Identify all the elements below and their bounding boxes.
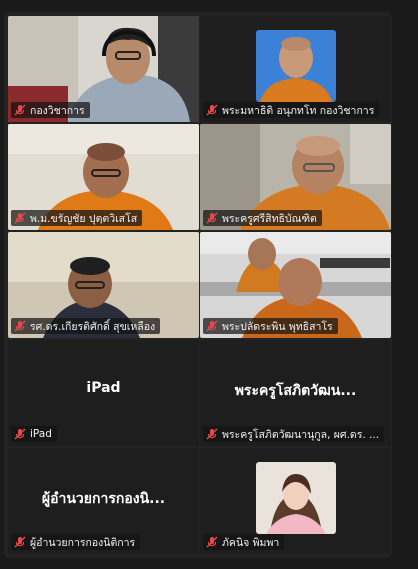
participant-name: รศ.ดร.เกียรติศักดิ์ สุขเหลือง xyxy=(30,320,156,333)
participant-display-name: พระครูโสภิตวัฒน... xyxy=(234,383,357,399)
participant-name: ผู้อำนวยการกองนิติการ xyxy=(30,536,136,549)
mic-muted-icon xyxy=(206,536,218,548)
participant-tile[interactable]: กองวิชาการ xyxy=(8,16,199,122)
participant-name: พ.ม.ขรัญชัย ปุตฺตวิเสโส xyxy=(30,212,138,225)
participant-name-label: พระมหาธิติ อนุภทโท กองวิชาการ xyxy=(203,102,380,118)
participant-photo xyxy=(256,462,336,534)
mic-muted-icon xyxy=(206,320,218,332)
participant-name-label: พระครูศรีสิทธิบัณฑิต xyxy=(203,210,322,226)
mic-muted-icon xyxy=(14,320,26,332)
participant-tile[interactable]: รศ.ดร.เกียรติศักดิ์ สุขเหลือง xyxy=(8,232,199,338)
mic-muted-icon xyxy=(206,212,218,224)
participant-name-label: ภัคนิจ พิมพา xyxy=(203,534,285,550)
participant-name: พระครูศรีสิทธิบัณฑิต xyxy=(222,212,317,225)
participant-name-label: iPad xyxy=(11,426,57,442)
participant-photo xyxy=(256,30,336,102)
participant-name: พระมหาธิติ อนุภทโท กองวิชาการ xyxy=(222,104,375,117)
participant-tile-no-video[interactable]: พระครูโสภิตวัฒน... พระครูโสภิตวัฒนานุกูล… xyxy=(200,340,391,446)
participant-name: กองวิชาการ xyxy=(30,104,85,117)
mic-muted-icon xyxy=(206,104,218,116)
mic-muted-icon xyxy=(14,104,26,116)
participant-tile[interactable]: พระปลัดระพิน พุทธิสาโร xyxy=(200,232,391,338)
participant-name: พระปลัดระพิน พุทธิสาโร xyxy=(222,320,333,333)
participant-tile[interactable]: พระมหาธิติ อนุภทโท กองวิชาการ xyxy=(200,16,391,122)
participant-name: ภัคนิจ พิมพา xyxy=(222,536,280,549)
participant-name-label: ผู้อำนวยการกองนิติการ xyxy=(11,534,141,550)
mic-muted-icon xyxy=(14,536,26,548)
participant-tile-active-speaker[interactable]: พ.ม.ขรัญชัย ปุตฺตวิเสโส xyxy=(8,124,199,230)
participant-name: iPad xyxy=(30,428,52,440)
mic-muted-icon xyxy=(14,212,26,224)
participant-name-label: พ.ม.ขรัญชัย ปุตฺตวิเสโส xyxy=(11,210,143,226)
participant-display-name: ผู้อำนวยการกองนิ... xyxy=(41,491,166,507)
mic-muted-icon xyxy=(206,428,218,440)
participant-tile-no-video[interactable]: ผู้อำนวยการกองนิ... ผู้อำนวยการกองนิติกา… xyxy=(8,448,199,554)
participant-tile-no-video[interactable]: iPad iPad xyxy=(8,340,199,446)
participant-name-label: พระครูโสภิตวัฒนานุกูล, ผศ.ดร. ... xyxy=(203,426,385,442)
participant-name-label: รศ.ดร.เกียรติศักดิ์ สุขเหลือง xyxy=(11,318,161,334)
participant-name-label: กองวิชาการ xyxy=(11,102,90,118)
mic-muted-icon xyxy=(14,428,26,440)
participant-display-name: iPad xyxy=(86,380,121,396)
gallery-view: กองวิชาการ พระมหาธิติ อนุภทโท กองวิชาการ xyxy=(4,12,392,558)
participant-name-label: พระปลัดระพิน พุทธิสาโร xyxy=(203,318,338,334)
participant-tile[interactable]: พระครูศรีสิทธิบัณฑิต xyxy=(200,124,391,230)
participant-tile[interactable]: ภัคนิจ พิมพา xyxy=(200,448,391,554)
participant-name: พระครูโสภิตวัฒนานุกูล, ผศ.ดร. ... xyxy=(222,428,380,441)
